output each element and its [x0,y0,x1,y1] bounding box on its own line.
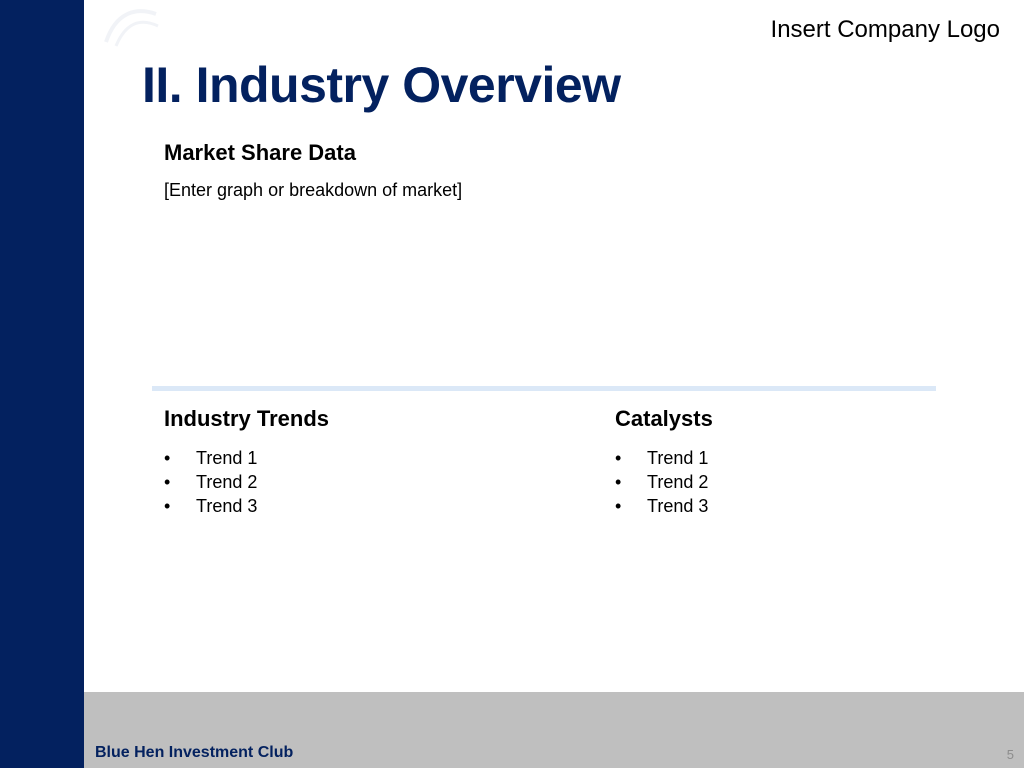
list-item: • Trend 3 [164,494,257,518]
footer-club-name: Blue Hen Investment Club [95,744,294,761]
industry-trends-list: • Trend 1 • Trend 2 • Trend 3 [164,446,257,518]
bullet-icon: • [615,472,622,492]
left-sidebar-band [0,0,84,768]
list-item-text: Trend 1 [647,448,709,468]
bullet-icon: • [164,472,171,492]
list-item: • Trend 2 [615,470,708,494]
list-item-text: Trend 3 [647,496,709,516]
bullet-icon: • [615,448,622,468]
section-divider [152,386,936,391]
list-item: • Trend 1 [615,446,708,470]
page-number: 5 [1006,747,1014,762]
catalysts-list: • Trend 1 • Trend 2 • Trend 3 [615,446,708,518]
market-share-placeholder[interactable]: [Enter graph or breakdown of market] [164,180,462,201]
list-item-text: Trend 2 [647,472,709,492]
company-logo-placeholder[interactable]: Insert Company Logo [771,16,1000,44]
list-item: • Trend 1 [164,446,257,470]
faint-watermark-logo [104,9,159,47]
slide-title: II. Industry Overview [142,57,621,113]
list-item: • Trend 3 [615,494,708,518]
list-item-text: Trend 3 [196,496,258,516]
list-item-text: Trend 2 [196,472,258,492]
bullet-icon: • [164,448,171,468]
bullet-icon: • [615,496,622,516]
catalysts-heading: Catalysts [615,406,713,431]
industry-trends-heading: Industry Trends [164,406,330,431]
market-share-heading: Market Share Data [164,140,356,165]
bullet-icon: • [164,496,171,516]
list-item: • Trend 2 [164,470,257,494]
list-item-text: Trend 1 [196,448,258,468]
